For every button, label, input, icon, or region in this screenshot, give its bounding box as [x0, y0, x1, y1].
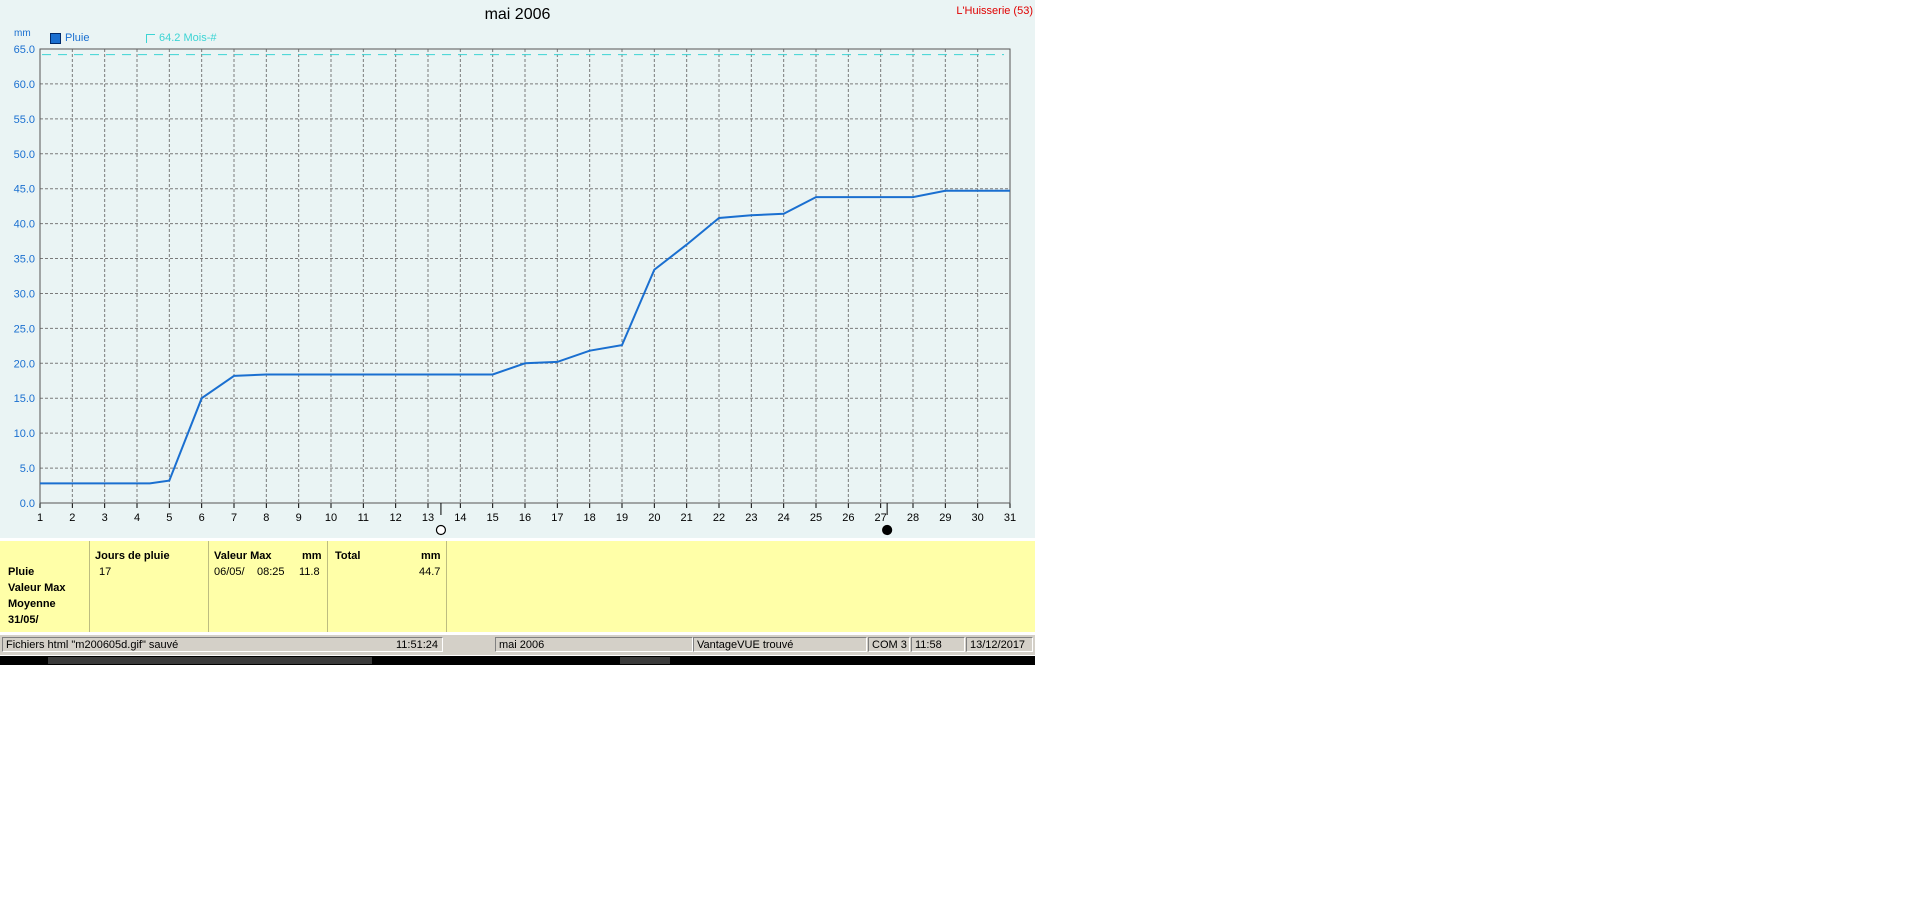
x-tick-label: 16	[519, 512, 531, 524]
y-tick-label: 5.0	[20, 463, 35, 475]
taskbar-strip	[0, 656, 1035, 665]
x-tick-label: 25	[810, 512, 822, 524]
rain-chart-panel: 0.0 5.0 10.0 15.0 20.0 25.0 30.0 35.0 40.0 45.0 50…	[0, 0, 1035, 538]
x-tick-label: 6	[199, 512, 205, 524]
x-tick-label: 14	[454, 512, 466, 524]
jours-header: Jours de pluie	[95, 550, 170, 562]
y-tick-label: 45.0	[14, 184, 35, 196]
new-moon-icon	[882, 524, 893, 536]
legend-label-mois: 64.2 Mois-#	[159, 32, 217, 44]
station-name: L'Huisserie (53)	[956, 5, 1033, 17]
rain-chart: 0.0 5.0 10.0 15.0 20.0 25.0 30.0 35.0 40.0 45.0 50…	[14, 44, 1016, 536]
taskbar-segment	[48, 657, 372, 664]
y-tick-label: 0.0	[20, 498, 35, 510]
status-port: COM 3	[868, 637, 910, 652]
stats-label-moyenne: Moyenne	[8, 598, 56, 610]
x-tick-label: 10	[325, 512, 337, 524]
stats-panel: Pluie Valeur Max Moyenne 31/05/ Jours de…	[0, 541, 1035, 632]
total-value: 44.7	[419, 566, 441, 578]
status-date: 13/12/2017	[966, 637, 1033, 652]
stats-label-pluie: Pluie	[8, 566, 35, 578]
max-value: 11.8	[299, 566, 320, 578]
y-tick-label: 20.0	[14, 358, 35, 370]
legend-item-mois[interactable]: 64.2 Mois-#	[146, 32, 216, 44]
x-tick-label: 19	[616, 512, 628, 524]
status-file-message: Fichiers html "m200605d.gif" sauvé 11:51…	[2, 637, 443, 652]
max-unit: mm	[302, 550, 322, 562]
x-tick-label: 5	[166, 512, 172, 524]
max-date: 06/05/	[214, 566, 245, 578]
stats-empty-column	[446, 541, 1036, 632]
jours-value: 17	[99, 566, 112, 578]
y-tick-label: 25.0	[14, 323, 35, 335]
x-tick-label: 4	[134, 512, 140, 524]
y-tick-label: 30.0	[14, 288, 35, 300]
status-period: mai 2006	[495, 637, 693, 652]
legend-item-pluie[interactable]: Pluie	[50, 32, 89, 44]
x-tick-label: 17	[551, 512, 563, 524]
stats-max-column: Valeur Max mm 06/05/ 08:25 11.8	[208, 541, 327, 632]
status-file-time: 11:51:24	[395, 639, 438, 651]
stats-label-date: 31/05/	[8, 614, 39, 626]
x-tick-label: 29	[939, 512, 951, 524]
stats-label-valeur-max: Valeur Max	[8, 582, 66, 594]
x-tick-label: 2	[69, 512, 75, 524]
y-tick-label: 50.0	[14, 149, 35, 161]
x-tick-label: 15	[487, 512, 499, 524]
x-tick-label: 3	[102, 512, 108, 524]
x-tick-label: 30	[972, 512, 984, 524]
x-tick-label: 21	[681, 512, 693, 524]
stats-total-column: Total mm 44.7	[327, 541, 446, 632]
x-tick-label: 9	[296, 512, 302, 524]
legend-swatch-pluie	[50, 32, 61, 44]
y-tick-label: 35.0	[14, 254, 35, 266]
y-tick-label: 60.0	[14, 79, 35, 91]
x-tick-label: 12	[390, 512, 402, 524]
y-tick-label: 10.0	[14, 428, 35, 440]
x-tick-label: 27	[875, 512, 887, 524]
max-time: 08:25	[257, 566, 285, 578]
x-tick-label: 18	[584, 512, 596, 524]
x-tick-label: 13	[422, 512, 434, 524]
x-tick-label: 11	[358, 512, 369, 524]
weather-app-window: 0.0 5.0 10.0 15.0 20.0 25.0 30.0 35.0 40.0 45.0 50…	[0, 0, 1035, 665]
full-moon-icon	[435, 524, 447, 536]
x-tick-label: 28	[907, 512, 919, 524]
x-tick-label: 7	[231, 512, 237, 524]
legend-swatch-mois	[146, 33, 155, 43]
stats-jours-column: Jours de pluie 17	[89, 541, 208, 632]
x-tick-label: 20	[648, 512, 660, 524]
status-time: 11:58	[911, 637, 965, 652]
x-tick-label: 24	[778, 512, 790, 524]
status-bar: Fichiers html "m200605d.gif" sauvé 11:51…	[0, 635, 1035, 655]
total-header: Total	[335, 550, 361, 562]
x-tick-label: 23	[745, 512, 757, 524]
y-tick-label: 65.0	[14, 44, 35, 56]
max-header: Valeur Max	[214, 550, 272, 562]
x-tick-label: 22	[713, 512, 725, 524]
stats-labels-column: Pluie Valeur Max Moyenne 31/05/	[0, 541, 88, 632]
x-tick-label: 1	[37, 512, 43, 524]
total-unit: mm	[421, 550, 441, 562]
chart-title: mai 2006	[484, 6, 551, 23]
taskbar-segment	[620, 657, 670, 664]
status-device: VantageVUE trouvé	[693, 637, 867, 652]
y-tick-label: 55.0	[14, 114, 35, 126]
x-tick-label: 31	[1004, 512, 1016, 524]
y-axis-unit: mm	[14, 28, 31, 39]
x-tick-label: 26	[842, 512, 854, 524]
legend-label-pluie: Pluie	[65, 32, 90, 44]
x-tick-label: 8	[263, 512, 269, 524]
y-tick-label: 40.0	[14, 219, 35, 231]
status-file-text: Fichiers html "m200605d.gif" sauvé	[6, 639, 179, 651]
y-tick-label: 15.0	[14, 393, 35, 405]
